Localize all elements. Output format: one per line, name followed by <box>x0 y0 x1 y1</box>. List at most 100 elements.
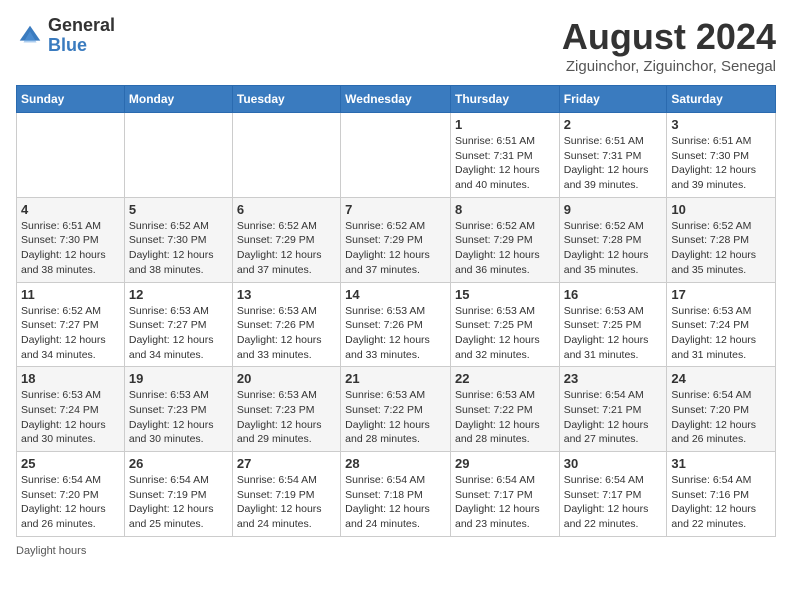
logo-general-text: General <box>48 16 115 36</box>
day-number: 23 <box>564 371 663 386</box>
day-number: 11 <box>21 287 120 302</box>
calendar-cell: 15 Sunrise: 6:53 AMSunset: 7:25 PMDayligh… <box>450 282 559 367</box>
calendar-cell: 24 Sunrise: 6:54 AMSunset: 7:20 PMDayligh… <box>667 367 776 452</box>
day-number: 9 <box>564 202 663 217</box>
day-number: 26 <box>129 456 228 471</box>
calendar-cell: 10 Sunrise: 6:52 AMSunset: 7:28 PMDayligh… <box>667 197 776 282</box>
calendar-week-row: 25 Sunrise: 6:54 AMSunset: 7:20 PMDayligh… <box>17 452 776 537</box>
calendar-cell: 14Sunrise: 6:53 AMSunset: 7:26 PMDayligh… <box>341 282 451 367</box>
day-info: Sunrise: 6:53 AMSunset: 7:23 PMDaylight:… <box>129 388 228 447</box>
calendar-cell: 8Sunrise: 6:52 AMSunset: 7:29 PMDaylight… <box>450 197 559 282</box>
day-number: 15 <box>455 287 555 302</box>
day-number: 17 <box>671 287 771 302</box>
calendar-cell: 17 Sunrise: 6:53 AMSunset: 7:24 PMDayligh… <box>667 282 776 367</box>
day-of-week-header: Friday <box>559 86 667 113</box>
day-number: 1 <box>455 117 555 132</box>
day-info: Sunrise: 6:53 AMSunset: 7:25 PMDaylight:… <box>455 304 555 363</box>
calendar-cell: 30Sunrise: 6:54 AMSunset: 7:17 PMDayligh… <box>559 452 667 537</box>
calendar-cell: 1 Sunrise: 6:51 AMSunset: 7:31 PMDaylight… <box>450 113 559 198</box>
page-header: General Blue August 2024 Ziguinchor, Zig… <box>16 16 776 75</box>
day-info: Sunrise: 6:53 AMSunset: 7:26 PMDaylight:… <box>237 304 336 363</box>
logo-blue-text: Blue <box>48 36 115 56</box>
day-info: Sunrise: 6:54 AMSunset: 7:20 PMDaylight:… <box>671 388 771 447</box>
calendar-cell <box>232 113 340 198</box>
day-info: Sunrise: 6:51 AMSunset: 7:30 PMDaylight:… <box>671 134 771 193</box>
calendar-cell: 22 Sunrise: 6:53 AMSunset: 7:22 PMDayligh… <box>450 367 559 452</box>
day-number: 10 <box>671 202 771 217</box>
calendar-cell: 25 Sunrise: 6:54 AMSunset: 7:20 PMDayligh… <box>17 452 125 537</box>
calendar-cell: 6 Sunrise: 6:52 AMSunset: 7:29 PMDaylight… <box>232 197 340 282</box>
day-info: Sunrise: 6:54 AMSunset: 7:19 PMDaylight:… <box>129 473 228 532</box>
day-info: Sunrise: 6:53 AMSunset: 7:27 PMDaylight:… <box>129 304 228 363</box>
calendar-cell: 31 Sunrise: 6:54 AMSunset: 7:16 PMDayligh… <box>667 452 776 537</box>
location-subtitle: Ziguinchor, Ziguinchor, Senegal <box>562 58 776 75</box>
header-row: SundayMondayTuesdayWednesdayThursdayFrid… <box>17 86 776 113</box>
day-of-week-header: Saturday <box>667 86 776 113</box>
logo: General Blue <box>16 16 115 56</box>
calendar-cell: 9 Sunrise: 6:52 AMSunset: 7:28 PMDaylight… <box>559 197 667 282</box>
day-info: Sunrise: 6:53 AMSunset: 7:23 PMDaylight:… <box>237 388 336 447</box>
day-number: 30 <box>564 456 663 471</box>
month-year-title: August 2024 <box>562 16 776 58</box>
day-info: Sunrise: 6:52 AMSunset: 7:30 PMDaylight:… <box>129 219 228 278</box>
day-info: Sunrise: 6:53 AMSunset: 7:22 PMDaylight:… <box>455 388 555 447</box>
day-number: 4 <box>21 202 120 217</box>
day-number: 18 <box>21 371 120 386</box>
day-info: Sunrise: 6:54 AMSunset: 7:16 PMDaylight:… <box>671 473 771 532</box>
day-number: 25 <box>21 456 120 471</box>
day-info: Sunrise: 6:52 AMSunset: 7:28 PMDaylight:… <box>671 219 771 278</box>
day-number: 19 <box>129 371 228 386</box>
day-info: Sunrise: 6:52 AMSunset: 7:29 PMDaylight:… <box>237 219 336 278</box>
day-info: Sunrise: 6:51 AMSunset: 7:31 PMDaylight:… <box>564 134 663 193</box>
day-of-week-header: Thursday <box>450 86 559 113</box>
day-of-week-header: Sunday <box>17 86 125 113</box>
calendar-cell: 29Sunrise: 6:54 AMSunset: 7:17 PMDayligh… <box>450 452 559 537</box>
day-number: 12 <box>129 287 228 302</box>
day-number: 27 <box>237 456 336 471</box>
day-info: Sunrise: 6:54 AMSunset: 7:18 PMDaylight:… <box>345 473 446 532</box>
calendar-cell <box>124 113 232 198</box>
day-number: 6 <box>237 202 336 217</box>
day-of-week-header: Monday <box>124 86 232 113</box>
day-info: Sunrise: 6:53 AMSunset: 7:25 PMDaylight:… <box>564 304 663 363</box>
calendar-cell: 23 Sunrise: 6:54 AMSunset: 7:21 PMDayligh… <box>559 367 667 452</box>
calendar-week-row: 18Sunrise: 6:53 AMSunset: 7:24 PMDayligh… <box>17 367 776 452</box>
calendar-cell: 16 Sunrise: 6:53 AMSunset: 7:25 PMDayligh… <box>559 282 667 367</box>
day-info: Sunrise: 6:52 AMSunset: 7:29 PMDaylight:… <box>345 219 446 278</box>
day-info: Sunrise: 6:51 AMSunset: 7:31 PMDaylight:… <box>455 134 555 193</box>
day-number: 24 <box>671 371 771 386</box>
calendar-cell <box>341 113 451 198</box>
calendar-cell: 5 Sunrise: 6:52 AMSunset: 7:30 PMDaylight… <box>124 197 232 282</box>
day-info: Sunrise: 6:52 AMSunset: 7:27 PMDaylight:… <box>21 304 120 363</box>
day-info: Sunrise: 6:53 AMSunset: 7:24 PMDaylight:… <box>671 304 771 363</box>
title-area: August 2024 Ziguinchor, Ziguinchor, Sene… <box>562 16 776 75</box>
calendar-cell: 26 Sunrise: 6:54 AMSunset: 7:19 PMDayligh… <box>124 452 232 537</box>
day-of-week-header: Tuesday <box>232 86 340 113</box>
footer: Daylight hours <box>16 545 776 557</box>
day-number: 5 <box>129 202 228 217</box>
day-of-week-header: Wednesday <box>341 86 451 113</box>
day-number: 13 <box>237 287 336 302</box>
day-info: Sunrise: 6:52 AMSunset: 7:28 PMDaylight:… <box>564 219 663 278</box>
day-number: 8 <box>455 202 555 217</box>
day-info: Sunrise: 6:51 AMSunset: 7:30 PMDaylight:… <box>21 219 120 278</box>
day-number: 28 <box>345 456 446 471</box>
calendar-cell: 27Sunrise: 6:54 AMSunset: 7:19 PMDayligh… <box>232 452 340 537</box>
calendar-header: SundayMondayTuesdayWednesdayThursdayFrid… <box>17 86 776 113</box>
calendar-cell: 19 Sunrise: 6:53 AMSunset: 7:23 PMDayligh… <box>124 367 232 452</box>
day-info: Sunrise: 6:54 AMSunset: 7:21 PMDaylight:… <box>564 388 663 447</box>
day-info: Sunrise: 6:54 AMSunset: 7:20 PMDaylight:… <box>21 473 120 532</box>
calendar-cell: 2Sunrise: 6:51 AMSunset: 7:31 PMDaylight… <box>559 113 667 198</box>
day-number: 22 <box>455 371 555 386</box>
calendar-cell: 11 Sunrise: 6:52 AMSunset: 7:27 PMDayligh… <box>17 282 125 367</box>
day-number: 20 <box>237 371 336 386</box>
day-info: Sunrise: 6:54 AMSunset: 7:17 PMDaylight:… <box>455 473 555 532</box>
calendar-cell: 20 Sunrise: 6:53 AMSunset: 7:23 PMDayligh… <box>232 367 340 452</box>
calendar-week-row: 4 Sunrise: 6:51 AMSunset: 7:30 PMDaylight… <box>17 197 776 282</box>
day-number: 31 <box>671 456 771 471</box>
calendar-table: SundayMondayTuesdayWednesdayThursdayFrid… <box>16 85 776 537</box>
daylight-label: Daylight hours <box>16 545 86 557</box>
day-number: 16 <box>564 287 663 302</box>
calendar-cell: 7Sunrise: 6:52 AMSunset: 7:29 PMDaylight… <box>341 197 451 282</box>
day-number: 14 <box>345 287 446 302</box>
